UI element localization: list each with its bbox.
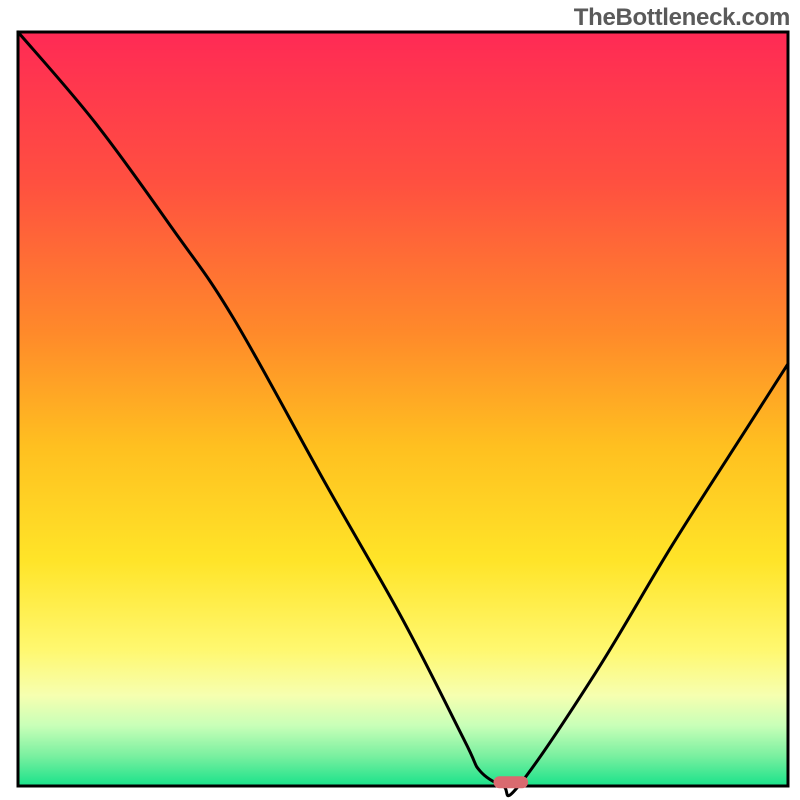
bottleneck-chart	[0, 0, 800, 800]
chart-background	[18, 32, 788, 786]
chart-container: TheBottleneck.com	[0, 0, 800, 800]
optimal-marker	[493, 776, 528, 788]
watermark-text: TheBottleneck.com	[574, 4, 790, 32]
